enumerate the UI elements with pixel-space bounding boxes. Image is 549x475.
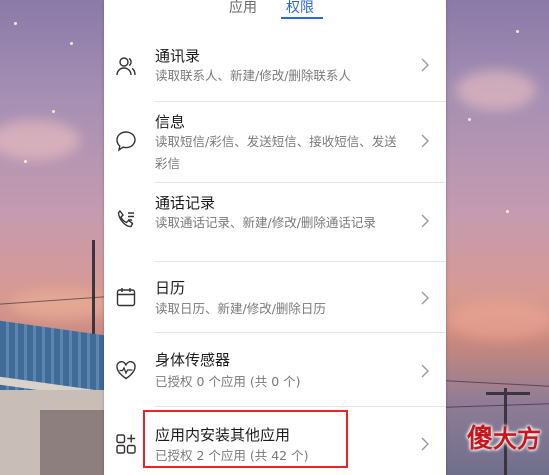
wallpaper-wire [446, 403, 549, 408]
wallpaper-right [446, 0, 549, 475]
watermark-char: 傻 [466, 424, 493, 454]
permission-title: 信息 [155, 113, 186, 131]
wallpaper-star [24, 160, 27, 163]
active-tab-indicator [281, 17, 323, 19]
contacts-icon [116, 57, 136, 76]
chevron-right-icon [421, 214, 429, 228]
wallpaper-pole [486, 392, 530, 395]
wallpaper-star [70, 42, 73, 45]
chevron-right-icon [421, 58, 429, 72]
divider [155, 101, 446, 102]
wallpaper-pole [92, 240, 95, 340]
permissions-panel: 应用 权限 通讯录 读取联系人、新建/修改/删除联系人 信息 读取短信/彩信、发… [104, 0, 446, 475]
chevron-right-icon [421, 291, 429, 305]
permission-row-call-log[interactable]: 通话记录 读取通话记录、新建/修改/删除通话记录 [104, 188, 446, 262]
message-icon [116, 131, 136, 152]
install-apps-icon [116, 434, 136, 454]
chevron-right-icon [421, 134, 429, 148]
wallpaper-star [516, 30, 519, 33]
wallpaper-cloud [10, 290, 104, 320]
wallpaper-cloud [446, 300, 549, 340]
wallpaper-star [468, 118, 471, 121]
tab-bar: 应用 权限 [104, 0, 446, 22]
call-log-icon [117, 209, 134, 228]
wallpaper-left [0, 0, 104, 475]
permission-row-calendar[interactable]: 日历 读取日历、新建/修改/删除日历 [104, 273, 446, 333]
tab-permissions[interactable]: 权限 [286, 0, 314, 17]
permission-title: 通讯录 [155, 47, 201, 65]
body-sensors-icon [116, 360, 136, 380]
permission-desc: 读取联系人、新建/修改/删除联系人 [155, 68, 351, 83]
divider [155, 406, 446, 407]
wallpaper-star [52, 110, 55, 113]
divider [155, 332, 446, 333]
wallpaper-cloud [0, 120, 80, 160]
permission-title: 通话记录 [155, 194, 216, 212]
permission-title: 身体传感器 [155, 351, 231, 369]
chevron-right-icon [421, 437, 429, 451]
wallpaper-star [506, 210, 509, 213]
wallpaper-house-shadow [40, 410, 104, 475]
permission-desc: 已授权 0 个应用 (共 0 个) [155, 374, 301, 389]
permission-title: 日历 [155, 279, 186, 297]
watermark-text: 大方 [493, 425, 541, 453]
divider [155, 182, 446, 183]
tab-apps[interactable]: 应用 [229, 0, 257, 17]
permission-desc: 读取通话记录、新建/修改/删除通话记录 [155, 215, 376, 230]
wallpaper-cloud [456, 70, 536, 110]
permission-desc: 读取短信/彩信、发送短信、接收短信、发送彩信 [155, 134, 397, 171]
wallpaper-star [14, 22, 17, 25]
chevron-right-icon [421, 364, 429, 378]
watermark: 傻大方 [467, 418, 541, 455]
permission-row-body-sensors[interactable]: 身体传感器 已授权 0 个应用 (共 0 个) [104, 345, 446, 405]
permission-row-messages[interactable]: 信息 读取短信/彩信、发送短信、接收短信、发送彩信 [104, 107, 446, 183]
wallpaper-wire [446, 380, 549, 387]
permission-desc: 读取日历、新建/修改/删除日历 [155, 301, 326, 316]
divider [155, 261, 446, 262]
permission-row-contacts[interactable]: 通讯录 读取联系人、新建/修改/删除联系人 [104, 42, 446, 102]
calendar-icon [116, 288, 136, 307]
highlight-box [143, 410, 348, 468]
